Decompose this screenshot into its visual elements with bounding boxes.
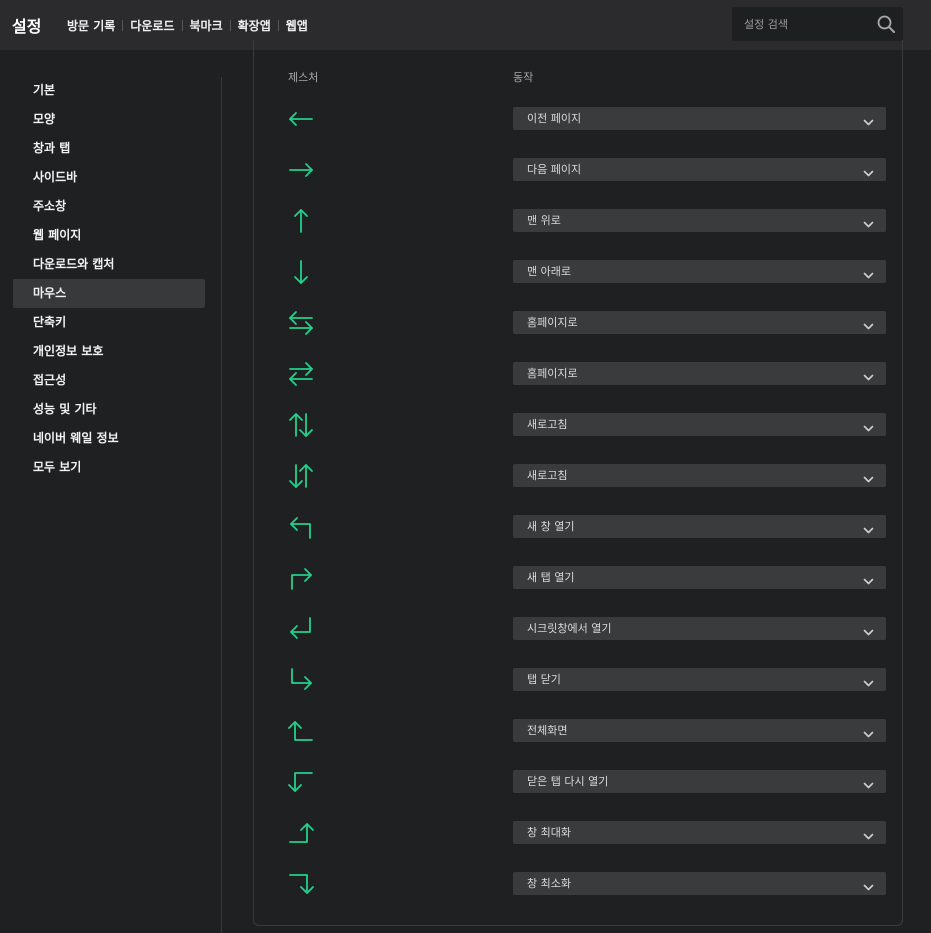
chevron-down-icon xyxy=(863,521,874,534)
right-then-down-icon xyxy=(286,869,316,899)
sidebar: 기본 모양 창과 탭 사이드바 주소창 웹 페이지 다운로드와 캡처 마우스 단축키 개인정보 보… xyxy=(0,50,222,933)
arrow-down-icon xyxy=(286,257,316,287)
action-select[interactable]: 새 창 열기 xyxy=(513,515,886,538)
left-then-right-icon xyxy=(286,308,316,338)
action-select[interactable]: 탭 닫기 xyxy=(513,668,886,691)
nav-bookmarks[interactable]: 북마크 xyxy=(190,17,223,34)
chevron-down-icon xyxy=(863,776,874,789)
action-select[interactable]: 창 최소화 xyxy=(513,872,886,895)
chevron-down-icon xyxy=(863,674,874,687)
chevron-down-icon xyxy=(863,419,874,432)
action-select-value: 새로고침 xyxy=(527,469,568,482)
top-nav: 방문 기록 다운로드 북마크 확장앱 웹앱 xyxy=(67,17,308,33)
left-then-up-icon xyxy=(286,716,316,746)
action-select[interactable]: 새로고침 xyxy=(513,464,886,487)
action-select-value: 창 최소화 xyxy=(527,877,571,890)
chevron-down-icon xyxy=(863,113,874,126)
action-select[interactable]: 전체화면 xyxy=(513,719,886,742)
action-select[interactable]: 다음 페이지 xyxy=(513,158,886,181)
nav-downloads[interactable]: 다운로드 xyxy=(130,17,174,34)
chevron-down-icon xyxy=(863,572,874,585)
left-then-down-icon xyxy=(286,767,316,797)
action-select-value: 새 창 열기 xyxy=(527,520,575,533)
chevron-down-icon xyxy=(863,368,874,381)
action-select[interactable]: 닫은 탭 다시 열기 xyxy=(513,770,886,793)
nav-webapps[interactable]: 웹앱 xyxy=(286,17,308,34)
up-then-down-icon xyxy=(286,410,316,440)
chevron-down-icon xyxy=(863,878,874,891)
sidebar-item[interactable]: 웹 페이지 xyxy=(13,221,205,250)
sidebar-item[interactable]: 접근성 xyxy=(13,366,205,395)
action-select-value: 창 최대화 xyxy=(527,826,571,839)
nav-separator xyxy=(277,19,279,31)
action-select[interactable]: 새 탭 열기 xyxy=(513,566,886,589)
action-select-value: 새로고침 xyxy=(527,418,568,431)
action-column-header: 동작 xyxy=(513,71,534,84)
nav-history[interactable]: 방문 기록 xyxy=(67,17,115,34)
action-select-value: 새 탭 열기 xyxy=(527,571,575,584)
up-then-right-icon xyxy=(286,563,316,593)
chevron-down-icon xyxy=(863,623,874,636)
nav-separator xyxy=(181,19,183,31)
arrow-up-icon xyxy=(286,206,316,236)
search-icon[interactable] xyxy=(876,14,896,34)
chevron-down-icon xyxy=(863,164,874,177)
mouse-gesture-panel: 제스처 동작 이전 페이지 다음 페이지 맨 위로 맨 아래로 홈페이지로 홈페이지로 새로… xyxy=(253,40,903,926)
action-select-value: 시크릿창에서 열기 xyxy=(527,622,612,635)
action-select-value: 다음 페이지 xyxy=(527,163,582,176)
sidebar-item[interactable]: 기본 xyxy=(13,76,205,105)
sidebar-item[interactable]: 개인정보 보호 xyxy=(13,337,205,366)
chevron-down-icon xyxy=(863,827,874,840)
sidebar-divider xyxy=(221,77,222,933)
search-box xyxy=(732,7,903,41)
action-select-value: 전체화면 xyxy=(527,724,568,737)
action-select-value: 맨 위로 xyxy=(527,214,561,227)
right-then-up-icon xyxy=(286,818,316,848)
action-select[interactable]: 홈페이지로 xyxy=(513,362,886,385)
down-then-right-icon xyxy=(286,665,316,695)
arrow-left-icon xyxy=(286,104,316,134)
action-select-value: 탭 닫기 xyxy=(527,673,561,686)
action-select-value: 맨 아래로 xyxy=(527,265,571,278)
sidebar-item[interactable]: 다운로드와 캡처 xyxy=(13,250,205,279)
right-then-left-icon xyxy=(286,359,316,389)
action-select[interactable]: 시크릿창에서 열기 xyxy=(513,617,886,640)
action-select-value: 홈페이지로 xyxy=(527,367,578,380)
chevron-down-icon xyxy=(863,470,874,483)
chevron-down-icon xyxy=(863,725,874,738)
arrow-right-icon xyxy=(286,155,316,185)
gesture-column-header: 제스처 xyxy=(288,71,319,84)
chevron-down-icon xyxy=(863,215,874,228)
action-select[interactable]: 새로고침 xyxy=(513,413,886,436)
sidebar-item[interactable]: 모양 xyxy=(13,105,205,134)
sidebar-item[interactable]: 단축키 xyxy=(13,308,205,337)
action-select[interactable]: 창 최대화 xyxy=(513,821,886,844)
up-then-left-icon xyxy=(286,512,316,542)
action-select[interactable]: 맨 아래로 xyxy=(513,260,886,283)
search-input[interactable] xyxy=(732,7,872,41)
chevron-down-icon xyxy=(863,266,874,279)
down-then-left-icon xyxy=(286,614,316,644)
action-select-value: 닫은 탭 다시 열기 xyxy=(527,775,609,788)
chevron-down-icon xyxy=(863,317,874,330)
down-then-up-icon xyxy=(286,461,316,491)
action-select-value: 이전 페이지 xyxy=(527,112,582,125)
sidebar-item[interactable]: 마우스 xyxy=(13,279,205,308)
nav-extensions[interactable]: 확장앱 xyxy=(238,17,271,34)
sidebar-item[interactable]: 네이버 웨일 정보 xyxy=(13,424,205,453)
app-title: 설정 xyxy=(12,17,42,36)
action-select-value: 홈페이지로 xyxy=(527,316,578,329)
sidebar-item[interactable]: 창과 탭 xyxy=(13,134,205,163)
action-select[interactable]: 맨 위로 xyxy=(513,209,886,232)
sidebar-item[interactable]: 사이드바 xyxy=(13,163,205,192)
action-select[interactable]: 홈페이지로 xyxy=(513,311,886,334)
nav-separator xyxy=(122,19,124,31)
sidebar-item[interactable]: 모두 보기 xyxy=(13,453,205,482)
action-select[interactable]: 이전 페이지 xyxy=(513,107,886,130)
sidebar-item[interactable]: 성능 및 기타 xyxy=(13,395,205,424)
nav-separator xyxy=(229,19,231,31)
sidebar-item[interactable]: 주소창 xyxy=(13,192,205,221)
